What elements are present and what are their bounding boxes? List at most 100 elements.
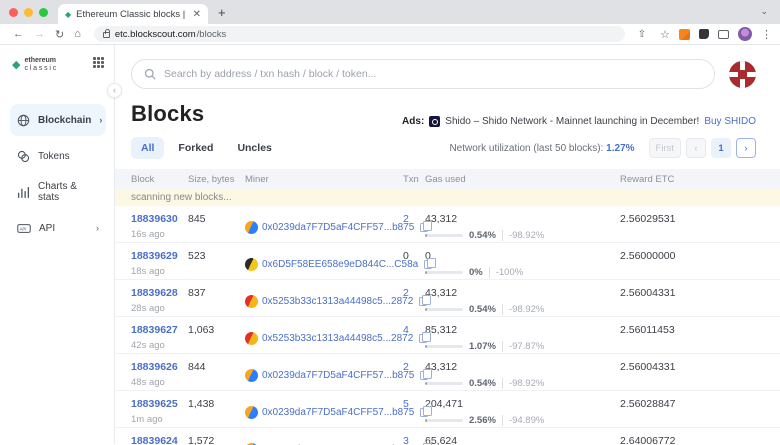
gas-change-percent: -98.92% [502,230,544,241]
size-cell: 1,438 [188,398,245,427]
logo-line1: ethereum [24,57,58,64]
reward-cell: 2.56028847 [620,398,756,427]
txn-count[interactable]: 3 [403,435,409,445]
tab-forked[interactable]: Forked [168,137,223,159]
url-bar[interactable]: etc.blockscout.com/blocks [94,26,625,42]
table-row: 18839625 1m ago 1,438 0x0239da7F7D5aF4CF… [115,391,780,428]
gas-bar-fill [425,382,427,385]
miner-address-link[interactable]: 0x6D5F58EE658e9eD844C...C58a [262,259,418,270]
ads-link[interactable]: Buy SHIDO [704,116,756,127]
copy-icon[interactable] [424,260,432,269]
gas-bar-fill [425,271,427,274]
tab-uncles[interactable]: Uncles [227,137,281,159]
home-icon[interactable]: ⌂ [74,28,81,40]
forward-icon[interactable]: → [34,28,45,40]
txn-count[interactable]: 2 [403,361,409,373]
block-number-link[interactable]: 18839630 [131,213,178,225]
browser-menu-icon[interactable]: ⋮ [761,28,772,41]
miner-address-link[interactable]: 0x0239da7F7D5aF4CFF57...b875 [262,370,414,381]
block-number-link[interactable]: 18839626 [131,361,178,373]
miner-address-link[interactable]: 0x5253b33c1313a44498c5...2872 [262,333,413,344]
tab-all[interactable]: All [131,137,164,159]
close-window-button[interactable] [9,8,18,17]
block-number-link[interactable]: 18839629 [131,250,178,262]
metamask-extension-icon[interactable] [679,29,690,40]
miner-cell: 0x0239da7F7D5aF4CFF57...b875 [245,435,403,445]
sidebar-item-tokens[interactable]: Tokens › [10,140,106,172]
globe-icon [17,114,30,127]
gas-used-value: 0 [425,250,620,262]
txn-count[interactable]: 4 [403,324,409,336]
sidebar-item-api[interactable]: API API › [10,212,106,244]
sidebar-item-label: API [39,223,88,234]
table-row: 18839630 16s ago 845 0x0239da7F7D5aF4CFF… [115,206,780,243]
sidebar-item-label: Tokens [38,151,99,162]
gas-used-value: 43,312 [425,213,620,225]
share-icon[interactable]: ⇧ [638,29,646,40]
ethereum-classic-logo[interactable]: ◆ ethereum classic [12,57,58,72]
gas-used-value: 85,312 [425,324,620,336]
network-grid-icon[interactable] [93,57,104,68]
sidebar-item-blockchain[interactable]: Blockchain › [10,104,106,136]
gas-usage-bar [425,234,463,237]
col-header-miner: Miner [245,174,403,185]
copy-icon[interactable] [420,408,428,417]
block-number-link[interactable]: 18839628 [131,287,178,299]
miner-address-link[interactable]: 0x0239da7F7D5aF4CFF57...b875 [262,222,414,233]
copy-icon[interactable] [420,223,428,232]
gas-change-percent: -98.92% [502,378,544,389]
txn-count[interactable]: 0 [403,250,409,262]
main-content: Blocks Ads: Shido – Shido Network - Main… [115,45,780,444]
block-number-link[interactable]: 18839627 [131,324,178,336]
gas-usage-bar [425,419,463,422]
copy-icon[interactable] [419,297,427,306]
shido-icon [429,116,440,127]
blockscout-app: ◆ ethereum classic ‹ Blockchain › Tokens… [0,45,780,444]
pagination-next-button[interactable]: › [736,138,756,158]
new-tab-button[interactable]: + [218,5,226,20]
block-number-link[interactable]: 18839625 [131,398,178,410]
gas-used-percent: 1.07% [469,341,496,352]
miner-avatar [245,369,258,382]
block-cell: 18839628 28s ago [131,287,188,316]
chevron-right-icon: › [96,223,99,233]
profile-avatar[interactable] [738,27,752,41]
search-input[interactable] [164,68,702,80]
reload-icon[interactable]: ↻ [55,28,64,41]
txn-count[interactable]: 5 [403,398,409,410]
col-header-size: Size, bytes [188,174,245,185]
back-icon[interactable]: ← [13,28,24,40]
page-title: Blocks [131,101,204,127]
gas-change-percent: -100% [489,267,523,278]
tab-title: Ethereum Classic blocks | Blo [76,9,187,20]
extension-icon[interactable] [699,29,709,39]
ads-text: Shido – Shido Network - Mainnet launchin… [445,116,699,127]
etc-gem-icon: ◆ [12,60,20,70]
copy-icon[interactable] [420,371,428,380]
sidebar-item-charts-stats[interactable]: Charts & stats › [10,176,106,208]
gas-used-percent: 0.54% [469,304,496,315]
tabstrip-chevron-icon[interactable]: ⌄ [760,6,768,17]
ads-label: Ads: [402,116,424,127]
miner-address-link[interactable]: 0x5253b33c1313a44498c5...2872 [262,296,413,307]
pagination-first-button[interactable]: First [649,138,681,158]
block-number-link[interactable]: 18839624 [131,435,178,445]
txn-count[interactable]: 2 [403,287,409,299]
minimize-window-button[interactable] [24,8,33,17]
zoom-window-button[interactable] [39,8,48,17]
reward-cell: 2.64006772 [620,435,756,445]
txn-count[interactable]: 2 [403,213,409,225]
pagination-prev-button[interactable]: ‹ [686,138,706,158]
bookmark-star-icon[interactable]: ☆ [660,28,670,41]
block-age: 1m ago [131,414,188,425]
sidebar-item-label: Blockchain [38,115,91,126]
side-panel-icon[interactable] [718,30,729,39]
copy-icon[interactable] [419,334,427,343]
search-icon [144,68,156,80]
sidebar-collapse-button[interactable]: ‹ [107,83,122,98]
miner-address-link[interactable]: 0x0239da7F7D5aF4CFF57...b875 [262,407,414,418]
browser-tab[interactable]: ◆ Ethereum Classic blocks | Blo ✕ [58,4,208,24]
tokens-icon [17,150,30,163]
tab-close-icon[interactable]: ✕ [193,9,201,20]
search-box[interactable] [131,59,715,89]
